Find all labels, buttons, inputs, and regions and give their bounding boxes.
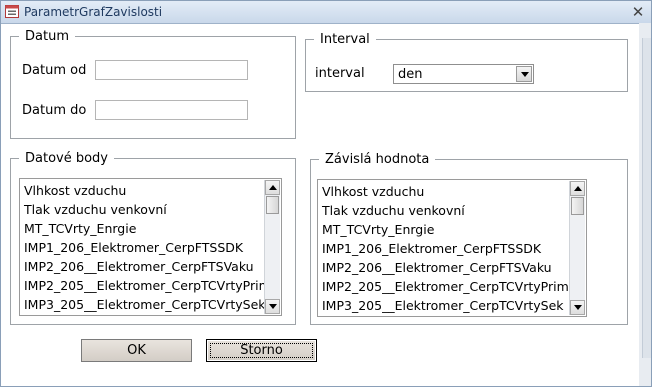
datum-legend: Datum — [25, 29, 69, 44]
scroll-thumb[interactable] — [571, 197, 584, 215]
list-item[interactable]: Vlhkost vzduchu — [322, 182, 569, 201]
datum-do-field[interactable] — [95, 100, 248, 120]
ok-button[interactable]: OK — [81, 339, 192, 362]
zavisla-hodnota-list[interactable]: Vlhkost vzduchu Tlak vzduchu venkovní MT… — [317, 179, 587, 317]
list-item[interactable]: IMP2_205__Elektromer_CerpTCVrtyPrim — [322, 277, 569, 296]
datove-body-scrollbar[interactable] — [264, 180, 280, 314]
list-item[interactable]: IMP3_205__Elektromer_CerpTCVrtySek — [24, 295, 271, 314]
list-item[interactable]: IMP1_206_Elektromer_CerpFTSSDK — [322, 239, 569, 258]
datum-do-label: Datum do — [22, 103, 87, 118]
window-right-edge — [639, 23, 651, 386]
zavisla-hodnota-legend: Závislá hodnota — [325, 152, 430, 167]
datum-od-label: Datum od — [22, 63, 87, 78]
datove-body-list[interactable]: Vlhkost vzduchu Tlak vzduchu venkovní MT… — [19, 178, 282, 316]
scroll-thumb[interactable] — [266, 196, 279, 214]
chevron-down-icon — [521, 72, 529, 77]
scroll-down-button[interactable] — [570, 300, 585, 315]
scroll-down-button[interactable] — [265, 299, 280, 314]
zavisla-hodnota-scrollbar[interactable] — [569, 181, 585, 315]
interval-legend: Interval — [320, 32, 370, 47]
focus-ring — [210, 343, 313, 358]
list-item[interactable]: MT_TCVrty_Enrgie — [322, 220, 569, 239]
dialog-window: ParametrGrafZavislosti ✕ Datum Datum od … — [0, 0, 652, 387]
title-bar: ParametrGrafZavislosti ✕ — [1, 1, 651, 24]
scroll-up-button[interactable] — [265, 180, 280, 195]
chevron-up-icon — [269, 185, 277, 190]
datove-body-legend: Datové body — [25, 151, 109, 166]
list-item[interactable]: IMP2_206__Elektromer_CerpFTSVaku — [322, 258, 569, 277]
interval-label: interval — [315, 66, 365, 81]
form-icon — [5, 5, 19, 18]
datum-od-field[interactable] — [95, 60, 248, 80]
dropdown-button[interactable] — [516, 66, 532, 82]
interval-value: den — [398, 67, 423, 82]
datum-group: Datum — [10, 29, 296, 139]
list-item[interactable]: IMP2_206__Elektromer_CerpFTSVaku — [24, 257, 271, 276]
list-item[interactable]: IMP2_205__Elektromer_CerpTCVrtyPrim — [24, 276, 271, 295]
list-item[interactable]: Vlhkost vzduchu — [24, 181, 271, 200]
close-icon[interactable]: ✕ — [629, 3, 647, 21]
chevron-down-icon — [574, 305, 582, 310]
scroll-up-button[interactable] — [570, 181, 585, 196]
list-item[interactable]: IMP3_205__Elektromer_CerpTCVrtySek — [322, 296, 569, 315]
window-title: ParametrGrafZavislosti — [24, 5, 163, 19]
interval-select[interactable]: den — [393, 64, 534, 84]
list-item[interactable]: MT_TCVrty_Enrgie — [24, 219, 271, 238]
list-item[interactable]: IMP1_206_Elektromer_CerpFTSSDK — [24, 238, 271, 257]
list-item[interactable]: Tlak vzduchu venkovní — [322, 201, 569, 220]
chevron-up-icon — [574, 186, 582, 191]
chevron-down-icon — [269, 304, 277, 309]
list-item[interactable]: Tlak vzduchu venkovní — [24, 200, 271, 219]
storno-button[interactable]: Storno — [206, 339, 317, 362]
